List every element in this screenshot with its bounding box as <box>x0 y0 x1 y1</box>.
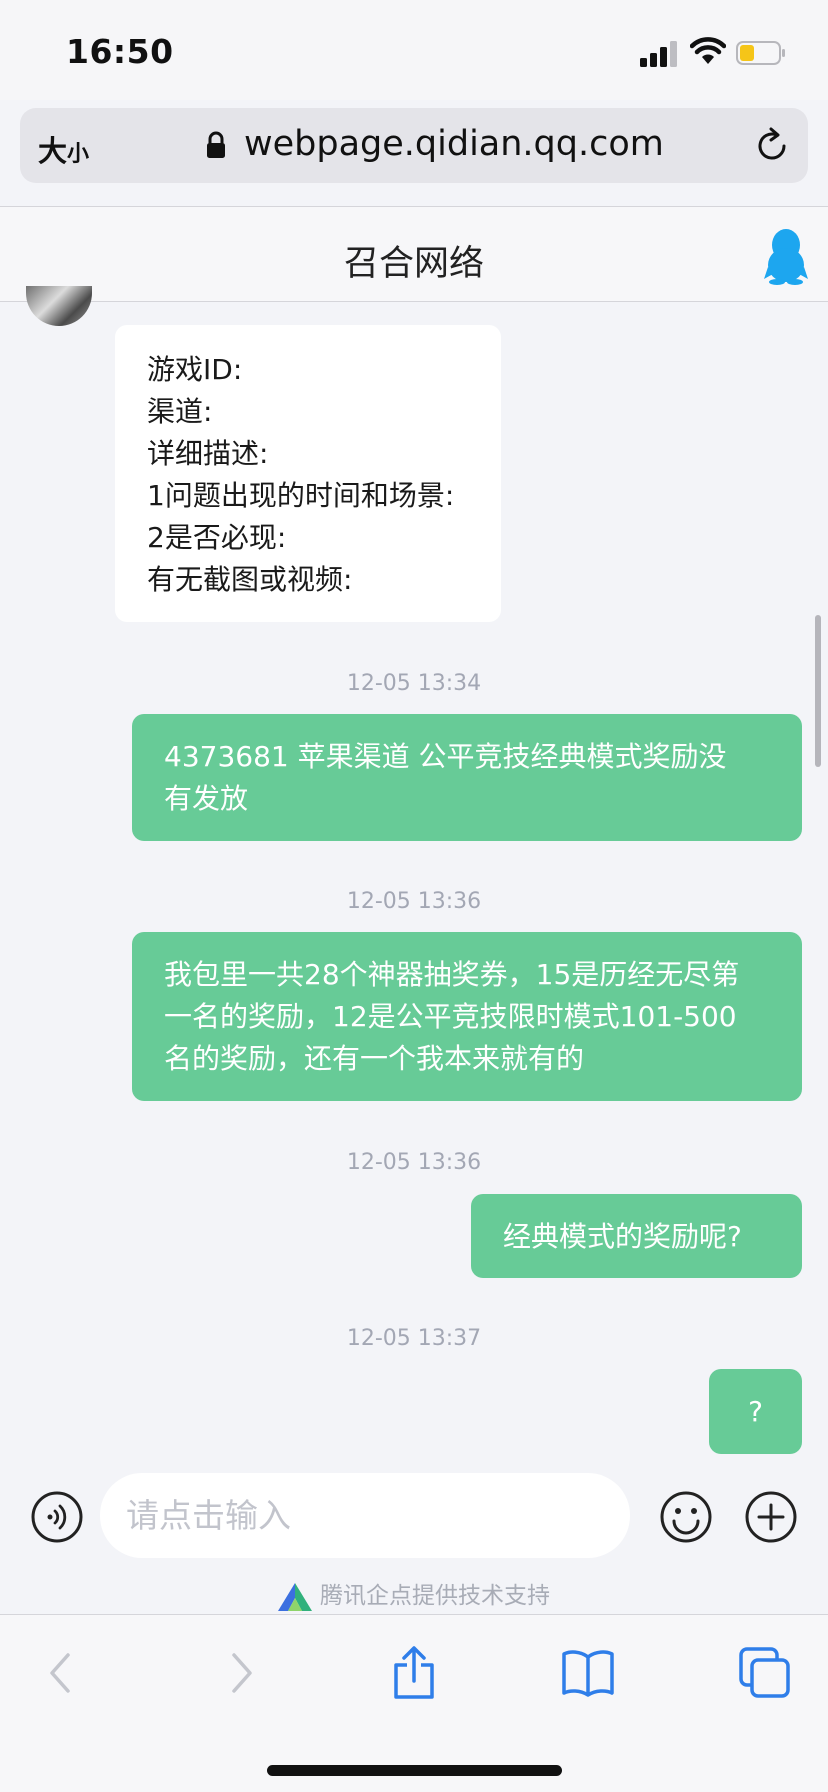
scrollbar[interactable] <box>815 615 821 767</box>
form-line: 游戏ID: <box>147 353 243 386</box>
outgoing-message-bubble: ? <box>709 1369 802 1454</box>
message-timestamp: 12-05 13:37 <box>346 1326 482 1351</box>
browser-toolbar <box>0 1614 828 1792</box>
message-line: 有发放 <box>164 782 249 815</box>
qq-penguin-icon[interactable] <box>764 227 808 285</box>
powered-by: 腾讯企点提供技术支持 <box>0 1576 828 1611</box>
form-line: 有无截图或视频: <box>147 563 353 596</box>
share-icon[interactable] <box>386 1645 442 1701</box>
message-line: 名的奖励，还有一个我本来就有的 <box>164 1042 585 1075</box>
message-line: 一名的奖励，12是公平竞技限时模式101-500 <box>164 1000 737 1033</box>
tencent-qidian-logo-icon <box>278 1582 312 1611</box>
form-line: 1问题出现的时间和场景: <box>147 479 455 512</box>
wifi-icon <box>690 37 726 64</box>
outgoing-message-bubble: 4373681 苹果渠道 公平竞技经典模式奖励没 有发放 <box>132 714 802 841</box>
message-line: 我包里一共28个神器抽奖券，15是历经无尽第 <box>164 958 740 991</box>
forward-icon[interactable] <box>212 1645 268 1701</box>
reload-icon[interactable] <box>753 126 791 166</box>
home-indicator[interactable] <box>267 1765 562 1776</box>
message-timestamp: 12-05 13:36 <box>346 1150 482 1175</box>
status-bar: 16:50 <box>0 0 828 100</box>
message-line: 4373681 苹果渠道 公平竞技经典模式奖励没 <box>164 740 727 773</box>
chat-header: 召合网络 <box>0 206 828 302</box>
text-size-button[interactable]: 大小 <box>38 128 89 170</box>
form-line: 详细描述: <box>147 437 269 470</box>
text-size-small-label: 小 <box>67 142 90 167</box>
message-line: 经典模式的奖励呢? <box>503 1220 742 1253</box>
message-line: ? <box>748 1395 763 1428</box>
outgoing-message-bubble: 经典模式的奖励呢? <box>471 1194 802 1278</box>
plus-icon[interactable] <box>744 1490 798 1544</box>
powered-by-text: 腾讯企点提供技术支持 <box>320 1583 550 1609</box>
message-timestamp: 12-05 13:34 <box>346 671 482 696</box>
avatar[interactable] <box>26 286 92 326</box>
url-bar[interactable]: 大小 webpage.qidian.qq.com <box>20 108 808 183</box>
status-time: 16:50 <box>66 32 174 71</box>
message-input[interactable] <box>100 1473 630 1558</box>
input-area: 腾讯企点提供技术支持 <box>0 1458 828 1614</box>
voice-icon[interactable] <box>30 1490 84 1544</box>
back-icon[interactable] <box>34 1645 90 1701</box>
lock-icon <box>207 131 225 158</box>
tabs-icon[interactable] <box>737 1645 793 1701</box>
form-line: 渠道: <box>147 395 213 428</box>
battery-icon <box>736 41 785 65</box>
incoming-message-bubble: 游戏ID: 渠道: 详细描述: 1问题出现的时间和场景: 2是否必现: 有无截图… <box>115 325 501 622</box>
url-text[interactable]: webpage.qidian.qq.com <box>244 124 664 164</box>
text-size-large-label: 大 <box>38 134 68 168</box>
form-line: 2是否必现: <box>147 521 287 554</box>
outgoing-message-bubble: 我包里一共28个神器抽奖券，15是历经无尽第 一名的奖励，12是公平竞技限时模式… <box>132 932 802 1101</box>
message-timestamp: 12-05 13:36 <box>346 889 482 914</box>
bookmarks-icon[interactable] <box>560 1645 616 1701</box>
chat-title: 召合网络 <box>343 244 484 284</box>
signal-icon <box>640 41 677 67</box>
emoji-icon[interactable] <box>659 1490 713 1544</box>
